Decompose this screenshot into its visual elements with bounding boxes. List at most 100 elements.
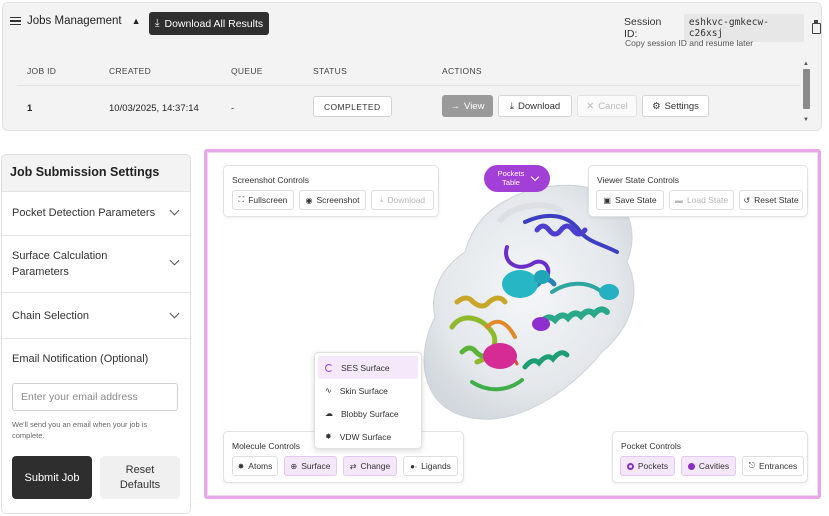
- created-cell: 10/03/2025, 14:37:14: [109, 103, 199, 114]
- close-icon: ✕: [586, 100, 595, 112]
- accordion-chain-selection[interactable]: Chain Selection: [2, 292, 190, 338]
- status-badge: COMPLETED: [313, 96, 392, 117]
- scroll-up-icon[interactable]: ▲: [803, 61, 809, 67]
- menu-item-vdw-surface[interactable]: ✸ VDW Surface: [315, 425, 421, 448]
- save-icon: ▣: [603, 195, 611, 205]
- chevron-down-icon: [169, 255, 180, 266]
- chevron-down-icon: [169, 308, 180, 319]
- screenshot-download-label: Download: [387, 195, 426, 205]
- wave-icon: ∿: [325, 386, 332, 395]
- jobs-management-label: Jobs Management: [27, 15, 122, 27]
- column-header-actions: ACTIONS: [442, 66, 482, 76]
- table-header: JOB ID CREATED QUEUE STATUS ACTIONS: [17, 61, 800, 81]
- view-label: View: [464, 100, 485, 112]
- swap-icon: ⇄: [349, 461, 357, 471]
- atom-icon: ✸: [325, 432, 332, 441]
- pocket-controls-card: Pocket Controls Pockets Cavities ⎋ Entra…: [612, 431, 808, 483]
- camera-icon: ◉: [305, 195, 313, 205]
- ligand-icon: ●∙: [410, 461, 418, 471]
- atoms-label: Atoms: [248, 461, 273, 471]
- download-all-results-button[interactable]: ⤓ Download All Results: [149, 12, 269, 35]
- screenshot-download-button[interactable]: ⤓ Download: [371, 190, 434, 210]
- cloud-icon: ☁: [325, 409, 333, 418]
- jobs-panel: Jobs Management ▲ ⤓ Download All Results…: [2, 2, 822, 131]
- column-header-job-id: JOB ID: [27, 66, 57, 76]
- change-label: Change: [360, 461, 391, 471]
- download-icon: ⤓: [379, 195, 384, 204]
- menu-item-blobby-surface[interactable]: ☁ Blobby Surface: [315, 402, 421, 425]
- submit-job-button[interactable]: Submit Job: [12, 456, 92, 499]
- table-scrollbar[interactable]: ▲ ▼: [802, 61, 811, 123]
- view-button[interactable]: → View: [442, 95, 493, 117]
- settings-label: Settings: [664, 100, 699, 112]
- ligands-button[interactable]: ●∙ Ligands: [403, 456, 458, 476]
- table-row: 1 10/03/2025, 14:37:14 - COMPLETED → Vie…: [17, 85, 800, 129]
- menu-item-ses-surface[interactable]: SES Surface: [318, 356, 418, 379]
- pockets-button[interactable]: Pockets: [620, 456, 675, 476]
- load-state-button[interactable]: ▬ Load State: [669, 190, 734, 210]
- fullscreen-button[interactable]: ⛶ Fullscreen: [232, 190, 294, 210]
- save-state-label: Save State: [614, 195, 657, 205]
- atoms-button[interactable]: ✸ Atoms: [232, 456, 278, 476]
- email-field[interactable]: [12, 383, 178, 411]
- cavity-dot-icon: [687, 462, 695, 470]
- session-hint: Copy session ID and resume later: [625, 38, 754, 48]
- settings-button[interactable]: ⚙ Settings: [642, 95, 709, 117]
- scroll-down-icon[interactable]: ▼: [803, 117, 809, 123]
- pockets-table-button[interactable]: Pockets Table: [484, 165, 550, 192]
- entrance-icon: ⎋: [748, 461, 756, 470]
- download-button[interactable]: ⤓ Download: [498, 95, 572, 117]
- entrances-label: Entrances: [759, 461, 798, 471]
- menu-item-skin-surface[interactable]: ∿ Skin Surface: [315, 379, 421, 402]
- molecule-controls-title: Molecule Controls: [232, 441, 301, 451]
- menu-item-label: SES Surface: [341, 362, 390, 373]
- reset-state-label: Reset State: [754, 195, 799, 205]
- menu-item-label: Skin Surface: [339, 385, 388, 396]
- change-surface-button[interactable]: ⇄ Change: [343, 456, 397, 476]
- pocket-magenta: [483, 343, 517, 369]
- fullscreen-label: Fullscreen: [248, 195, 288, 205]
- undo-icon: ↺: [743, 195, 751, 205]
- globe-icon: ⊕: [290, 461, 298, 471]
- surface-button[interactable]: ⊕ Surface: [284, 456, 337, 476]
- accordion-pocket-detection[interactable]: Pocket Detection Parameters: [2, 191, 190, 235]
- pockets-table-label: Pockets Table: [497, 169, 525, 187]
- clipboard-icon[interactable]: [812, 19, 821, 34]
- reset-defaults-button[interactable]: Reset Defaults: [100, 456, 180, 499]
- expand-icon: ⛶: [238, 195, 245, 204]
- entrances-button[interactable]: ⎋ Entrances: [742, 456, 804, 476]
- save-state-button[interactable]: ▣ Save State: [596, 190, 664, 210]
- queue-cell: -: [231, 103, 235, 114]
- viewer-state-controls-card: Viewer State Controls ▣ Save State ▬ Loa…: [588, 165, 808, 217]
- jobs-management-toggle[interactable]: Jobs Management ▲: [10, 15, 141, 27]
- screenshot-controls-title: Screenshot Controls: [232, 175, 310, 185]
- download-label: Download: [517, 100, 561, 112]
- surface-type-menu: SES Surface ∿ Skin Surface ☁ Blobby Surf…: [314, 352, 422, 449]
- pocket-cyan-large: [502, 270, 538, 298]
- atom-icon: ✸: [237, 461, 245, 471]
- job-id-cell: 1: [27, 103, 33, 114]
- column-header-created: CREATED: [109, 66, 152, 76]
- accordion-surface-calculation[interactable]: Surface Calculation Parameters: [2, 235, 190, 292]
- cancel-button[interactable]: ✕ Cancel: [577, 95, 637, 117]
- accordion-label: Pocket Detection Parameters: [12, 207, 156, 219]
- scrollbar-thumb[interactable]: [803, 69, 810, 109]
- email-note: We'll send you an email when your job is…: [12, 420, 148, 440]
- download-icon: ⤓: [509, 100, 514, 112]
- molecule-viewer[interactable]: Screenshot Controls ⛶ Fullscreen ◉ Scree…: [204, 149, 821, 499]
- screenshot-controls-card: Screenshot Controls ⛶ Fullscreen ◉ Scree…: [223, 165, 439, 217]
- session-label: Session ID:: [624, 16, 662, 40]
- email-notification-section: Email Notification (Optional) We'll send…: [2, 338, 190, 513]
- cavities-button[interactable]: Cavities: [681, 456, 736, 476]
- menu-icon: [10, 16, 21, 26]
- chevron-down-icon: [530, 172, 540, 182]
- accordion-label: Surface Calculation Parameters: [12, 250, 108, 278]
- viewer-state-controls-title: Viewer State Controls: [597, 175, 680, 185]
- download-all-label: Download All Results: [164, 17, 264, 30]
- pocket-ring-icon: [626, 462, 634, 470]
- screenshot-button[interactable]: ◉ Screenshot: [299, 190, 366, 210]
- column-header-status: STATUS: [313, 66, 348, 76]
- reset-state-button[interactable]: ↺ Reset State: [739, 190, 803, 210]
- pocket-controls-title: Pocket Controls: [621, 441, 681, 451]
- arrow-right-icon: →: [450, 100, 461, 112]
